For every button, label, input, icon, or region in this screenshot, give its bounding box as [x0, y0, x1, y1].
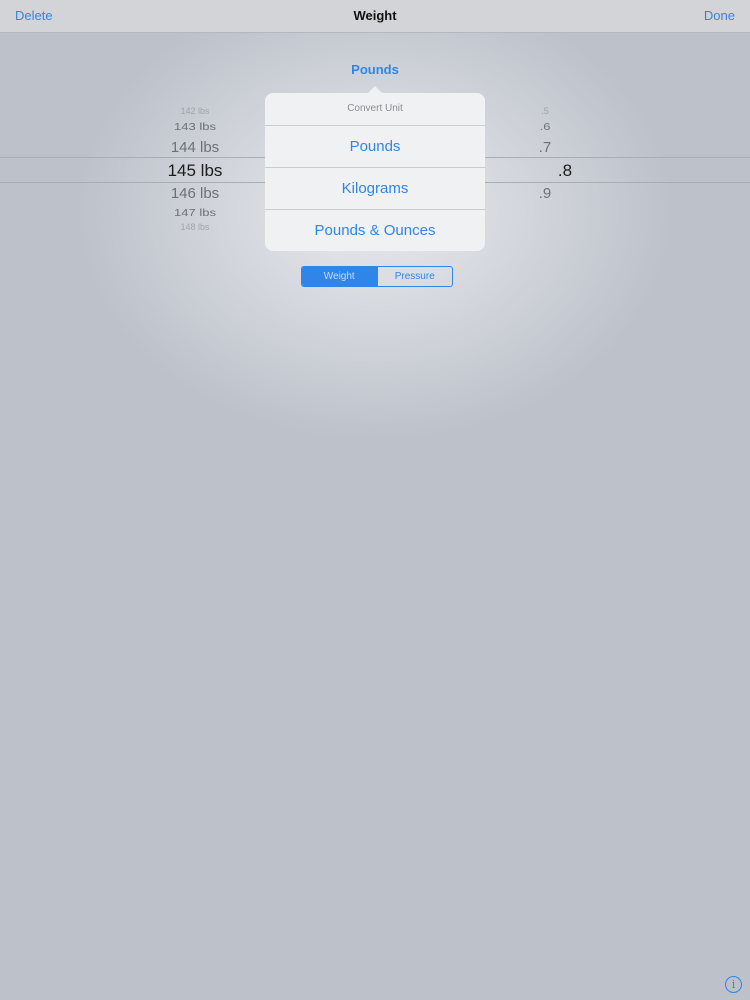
page-title: Weight — [353, 8, 397, 23]
picker-item-decimal[interactable]: .5 — [520, 106, 570, 116]
popover-item-kilograms[interactable]: Kilograms — [265, 168, 485, 210]
picker-item-pounds[interactable]: 146 lbs — [145, 185, 245, 202]
picker-item-decimal[interactable]: .6 — [520, 121, 570, 133]
picker-item-pounds[interactable]: 147 lbs — [145, 207, 245, 219]
picker-item-pounds[interactable]: 143 lbs — [145, 121, 245, 133]
popover-title: Convert Unit — [265, 93, 485, 126]
segment-weight[interactable]: Weight — [302, 267, 377, 286]
info-icon[interactable]: i — [725, 976, 742, 993]
unit-selector-button[interactable]: Pounds — [0, 62, 750, 77]
mode-segmented-control: Weight Pressure — [301, 266, 453, 287]
picker-item-pounds[interactable]: 148 lbs — [145, 222, 245, 232]
segment-pressure[interactable]: Pressure — [376, 267, 453, 286]
picker-item-decimal[interactable]: .9 — [520, 185, 570, 202]
popover-item-pounds-ounces[interactable]: Pounds & Ounces — [265, 210, 485, 251]
convert-unit-popover: Convert Unit Pounds Kilograms Pounds & O… — [265, 93, 485, 251]
picker-selected-pounds[interactable]: 145 lbs — [145, 161, 245, 181]
done-button[interactable]: Done — [704, 8, 735, 23]
picker-item-decimal[interactable]: .7 — [520, 139, 570, 156]
popover-item-pounds[interactable]: Pounds — [265, 126, 485, 168]
picker-item-pounds[interactable]: 144 lbs — [145, 139, 245, 156]
picker-item-pounds[interactable]: 142 lbs — [145, 106, 245, 116]
picker-selected-decimal[interactable]: .8 — [540, 161, 590, 181]
navigation-bar: Delete Weight Done — [0, 0, 750, 33]
